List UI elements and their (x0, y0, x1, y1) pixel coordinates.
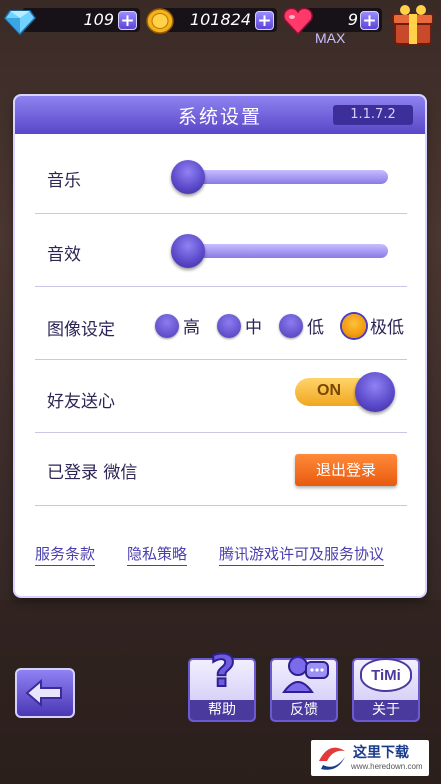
logout-button[interactable]: 退出登录 (295, 454, 397, 486)
gift-chest-icon[interactable] (390, 2, 436, 48)
gem-counter: 109 + (0, 5, 140, 35)
graphics-option-medium[interactable]: 中 (217, 313, 262, 338)
add-gold-button[interactable]: + (255, 11, 274, 30)
friend-hearts-toggle[interactable]: ON (295, 372, 395, 412)
watermark-logo-icon (319, 747, 345, 770)
heart-icon (283, 7, 313, 36)
graphics-option-label: 中 (245, 318, 262, 338)
music-slider[interactable] (175, 170, 388, 184)
login-status-label: 已登录 微信 (47, 463, 138, 483)
divider (35, 213, 407, 214)
gem-count: 109 (83, 10, 114, 29)
divider (35, 505, 407, 506)
radio-button[interactable] (155, 313, 179, 338)
divider (35, 432, 407, 433)
radio-button[interactable] (279, 313, 303, 338)
timi-logo-text: TiMi (371, 667, 401, 684)
toggle-knob[interactable] (355, 372, 395, 412)
sfx-slider-handle[interactable] (171, 234, 205, 268)
gold-coin-icon (146, 8, 174, 34)
about-button[interactable]: TiMi 关于 (352, 658, 420, 722)
back-arrow-icon (25, 678, 62, 708)
graphics-option-lowest[interactable]: 极低 (342, 313, 404, 338)
graphics-option-high[interactable]: 高 (155, 313, 200, 338)
feedback-button-label: 反馈 (272, 700, 336, 720)
toggle-state-label: ON (317, 382, 341, 399)
divider (35, 286, 407, 287)
feedback-person-icon (282, 656, 329, 693)
hearts-max-label: MAX (315, 30, 346, 46)
version-badge: 1.1.7.2 (333, 105, 413, 125)
settings-header: 系统设置 1.1.7.2 (15, 96, 425, 134)
add-gems-button[interactable]: + (118, 11, 137, 30)
help-button-label: 帮助 (190, 700, 254, 720)
heart-counter: 9 + (282, 5, 382, 36)
graphics-option-label: 极低 (370, 318, 404, 338)
radio-button-selected[interactable] (342, 313, 366, 338)
gold-count: 101824 (189, 10, 251, 29)
music-slider-handle[interactable] (171, 160, 205, 194)
sfx-slider[interactable] (175, 244, 388, 258)
watermark-url: www.heredown.com (351, 762, 423, 771)
privacy-policy-link[interactable]: 隐私策略 (127, 543, 188, 566)
about-button-label: 关于 (354, 700, 418, 720)
help-button[interactable]: ? 帮助 (188, 648, 256, 722)
divider (35, 359, 407, 360)
back-button[interactable] (15, 668, 75, 718)
friend-hearts-label: 好友送心 (47, 392, 115, 412)
license-agreement-link[interactable]: 腾讯游戏许可及服务协议 (219, 543, 385, 566)
music-label: 音乐 (47, 171, 81, 191)
svg-text:?: ? (210, 648, 236, 692)
sfx-label: 音效 (47, 245, 81, 265)
question-mark-icon: ? (209, 648, 237, 692)
radio-button[interactable] (217, 313, 241, 338)
gold-counter: 101824 + (145, 5, 277, 34)
feedback-button[interactable]: 反馈 (270, 656, 338, 722)
graphics-label: 图像设定 (47, 320, 115, 340)
terms-of-service-link[interactable]: 服务条款 (35, 543, 96, 566)
resource-bar: 109 + 101824 + 9 + MAX (0, 0, 441, 52)
graphics-option-low[interactable]: 低 (279, 313, 324, 338)
graphics-option-label: 低 (307, 318, 324, 338)
watermark-text: 这里下载 (353, 745, 409, 761)
graphics-option-label: 高 (183, 318, 200, 338)
timi-logo: TiMi (360, 658, 412, 692)
diamond-icon (4, 10, 36, 35)
heart-count: 9 (347, 10, 358, 29)
settings-panel: 系统设置 1.1.7.2 音乐 音效 图像设定 高 中 低 极低 好友送心 ON… (15, 96, 425, 596)
add-hearts-button[interactable]: + (360, 11, 379, 30)
watermark: 这里下载 www.heredown.com (311, 740, 429, 776)
